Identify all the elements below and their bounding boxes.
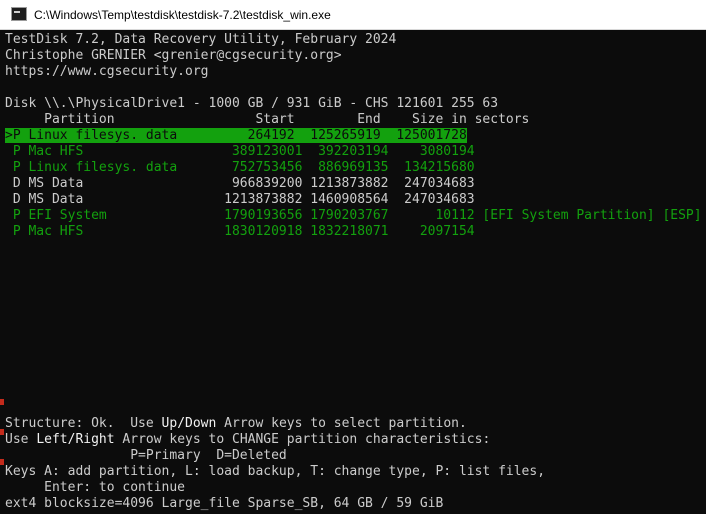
partition-row-text: P Linux filesys. data 752753456 88696913… [5, 160, 475, 175]
partition-row-text: >P Linux filesys. data 264192 125265919 … [5, 128, 467, 143]
partition-row[interactable]: D MS Data 966839200 1213873882 247034683 [5, 176, 702, 192]
partition-columns-header: Partition Start End Size in sectors [5, 112, 530, 127]
console-app-icon [11, 7, 27, 21]
partition-row[interactable]: D MS Data 1213873882 1460908564 24703468… [5, 192, 702, 208]
header-author-line: Christophe GRENIER <grenier@cgsecurity.o… [5, 48, 342, 63]
partition-row-text: P EFI System 1790193656 1790203767 10112 [5, 208, 475, 223]
partition-row-text: P Mac HFS 389123001 392203194 3080194 [5, 144, 475, 159]
change-hint-text-end: Arrow keys to CHANGE partition character… [114, 432, 491, 447]
partition-row-text: D MS Data 966839200 1213873882 247034683 [5, 176, 475, 191]
partition-row[interactable]: P Linux filesys. data 752753456 88696913… [5, 160, 702, 176]
partition-row-text: P Mac HFS 1830120918 1832218071 2097154 [5, 224, 475, 239]
background-window-mark [0, 399, 4, 405]
keys-hint-line: Keys A: add partition, L: load backup, T… [5, 464, 546, 479]
console-window[interactable]: TestDisk 7.2, Data Recovery Utility, Feb… [0, 30, 706, 514]
partition-row[interactable]: P Mac HFS 1830120918 1832218071 2097154 [5, 224, 702, 240]
header-url-line: https://www.cgsecurity.org [5, 64, 209, 79]
filesystem-info-line: ext4 blocksize=4096 Large_file Sparse_SB… [5, 496, 444, 511]
window-title: C:\Windows\Temp\testdisk\testdisk-7.2\te… [34, 8, 331, 22]
enter-hint-line: Enter: to continue [5, 480, 186, 495]
background-window-edge [0, 385, 4, 475]
partition-row[interactable]: P Mac HFS 389123001 392203194 3080194 [5, 144, 702, 160]
window-title-bar[interactable]: C:\Windows\Temp\testdisk\testdisk-7.2\te… [0, 0, 706, 30]
background-window-mark [0, 459, 4, 465]
structure-status-line: Structure: Ok. Use Up/Down Arrow keys to… [5, 416, 702, 432]
header-title-line: TestDisk 7.2, Data Recovery Utility, Feb… [5, 32, 397, 47]
structure-text: Structure: Ok. Use [5, 416, 162, 431]
type-legend-line: P=Primary D=Deleted [5, 448, 287, 463]
change-hint-text: Use [5, 432, 37, 447]
console-text: TestDisk 7.2, Data Recovery Utility, Feb… [5, 32, 702, 512]
background-window-mark [0, 429, 4, 435]
leftright-key-hint: Left/Right [36, 432, 115, 447]
change-hint-line: Use Left/Right Arrow keys to CHANGE part… [5, 432, 702, 448]
structure-text-end: Arrow keys to select partition. [216, 416, 467, 431]
updown-key-hint: Up/Down [161, 416, 217, 431]
partition-row[interactable]: P EFI System 1790193656 1790203767 10112… [5, 208, 702, 224]
partition-row-extra: [EFI System Partition] [ESP] [474, 208, 702, 223]
partition-row[interactable]: >P Linux filesys. data 264192 125265919 … [5, 128, 702, 144]
disk-info-line: Disk \\.\PhysicalDrive1 - 1000 GB / 931 … [5, 96, 499, 111]
partition-row-text: D MS Data 1213873882 1460908564 24703468… [5, 192, 475, 207]
